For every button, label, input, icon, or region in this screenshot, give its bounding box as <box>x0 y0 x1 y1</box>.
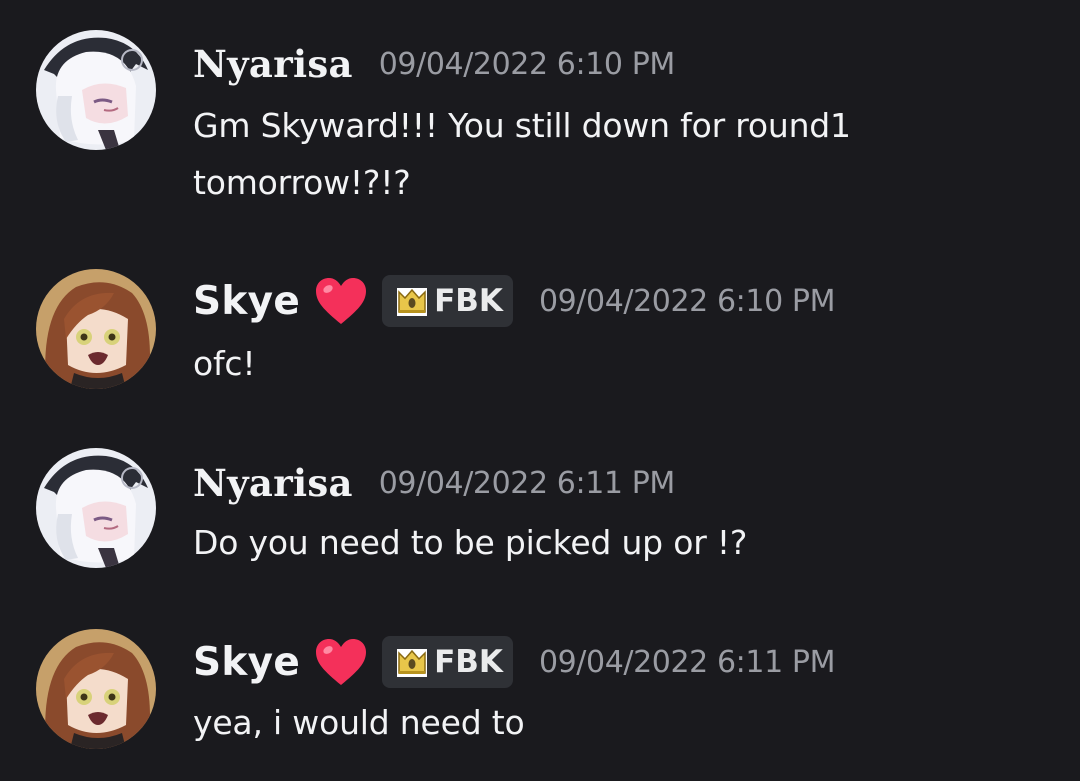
timestamp: 09/04/2022 6:11 PM <box>538 644 836 680</box>
author-name[interactable]: Skye <box>193 640 300 685</box>
tag-label: FBK <box>434 644 503 680</box>
message-text: Gm Skyward!!! You still down for round1 … <box>193 106 851 202</box>
role-tag[interactable]: FBK <box>382 275 513 327</box>
heart-icon <box>316 278 367 324</box>
message-text: Do you need to be picked up or !? <box>193 523 748 562</box>
avatar[interactable] <box>36 269 156 389</box>
crown-icon <box>397 288 428 316</box>
message-header: Nyarisa 09/04/2022 6:11 PM <box>193 455 675 511</box>
author-name[interactable]: Skye <box>193 279 300 324</box>
message-header: Skye FBK 09/04/2022 6:10 PM <box>193 273 835 329</box>
avatar[interactable] <box>36 629 156 749</box>
tag-label: FBK <box>434 283 503 319</box>
message-text: ofc! <box>193 344 256 383</box>
author-name[interactable]: Nyarisa <box>193 42 353 86</box>
avatar[interactable] <box>36 30 156 150</box>
role-tag[interactable]: FBK <box>382 636 513 688</box>
message-text: yea, i would need to <box>193 703 525 742</box>
heart-icon <box>316 639 367 685</box>
timestamp: 09/04/2022 6:11 PM <box>378 465 676 501</box>
timestamp: 09/04/2022 6:10 PM <box>538 283 836 319</box>
message-header: Skye FBK 09/04/2022 6:11 PM <box>193 634 835 690</box>
message-header: Nyarisa 09/04/2022 6:10 PM <box>193 36 675 92</box>
crown-icon <box>397 649 428 677</box>
author-name[interactable]: Nyarisa <box>193 461 353 505</box>
avatar[interactable] <box>36 448 156 568</box>
timestamp: 09/04/2022 6:10 PM <box>378 46 676 82</box>
